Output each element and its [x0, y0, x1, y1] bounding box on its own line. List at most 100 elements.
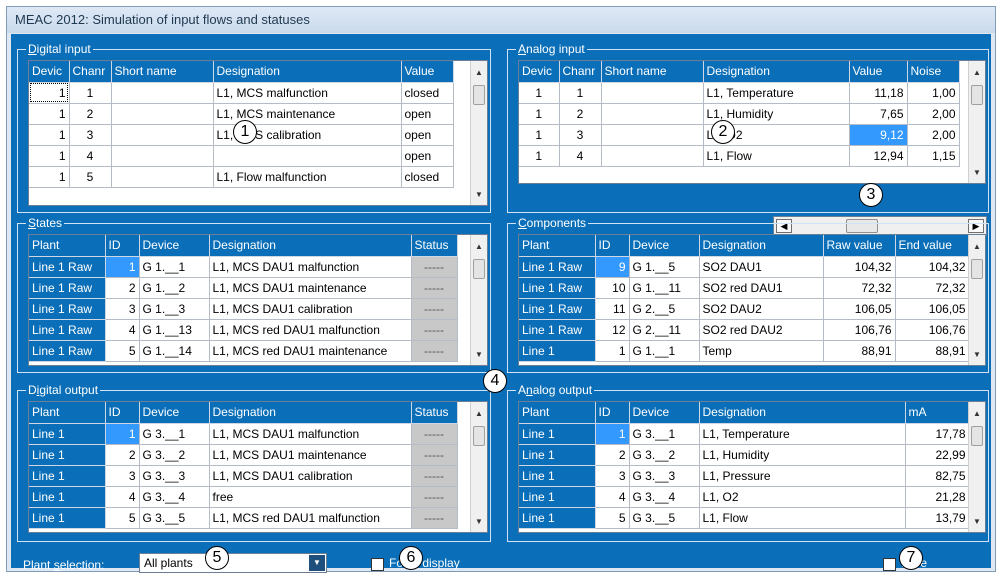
short-name-cell[interactable]	[111, 124, 214, 146]
analog-input-grid[interactable]: Devic Chanr Short name Designation Value…	[518, 60, 986, 184]
device-cell[interactable]: 1	[519, 82, 560, 104]
plant-cell[interactable]: Line 1 Raw	[519, 319, 596, 341]
table-row[interactable]: Line 1 Raw 2 G 1.__2 L1, MCS DAU1 maintenan…	[29, 277, 458, 299]
vertical-scrollbar[interactable]: ▲ ▼	[968, 61, 985, 183]
table-row[interactable]: 1 4 L1, Flow 12,94 1,15	[519, 145, 960, 167]
column-header-device[interactable]: Devic	[519, 61, 560, 83]
designation-cell[interactable]: SO2 DAU2	[699, 298, 824, 320]
designation-cell[interactable]: L1, Flow	[699, 507, 906, 529]
id-cell[interactable]: 5	[105, 507, 140, 529]
scroll-down-arrow-icon[interactable]: ▼	[471, 187, 487, 203]
column-header-value[interactable]: Value	[849, 61, 908, 83]
id-cell[interactable]: 9	[595, 256, 630, 278]
device-cell[interactable]: 1	[29, 124, 70, 146]
scroll-up-arrow-icon[interactable]: ▲	[969, 406, 985, 422]
table-row[interactable]: Line 1 Raw 9 G 1.__5 SO2 DAU1 104,32 104,32	[519, 256, 970, 278]
device-cell[interactable]: G 1.__1	[139, 256, 210, 278]
column-header-channel[interactable]: Chanr	[69, 61, 112, 83]
id-cell[interactable]: 3	[105, 465, 140, 487]
column-header-device[interactable]: Device	[629, 402, 700, 424]
device-cell[interactable]: G 1.__5	[629, 256, 700, 278]
table-row[interactable]: Line 1 Raw 11 G 2.__5 SO2 DAU2 106,05 106,05	[519, 298, 970, 320]
column-header-designation[interactable]: Designation	[703, 61, 850, 83]
end-value-cell[interactable]: 106,05	[895, 298, 970, 320]
end-value-cell[interactable]: 106,76	[895, 319, 970, 341]
column-header-designation[interactable]: Designation	[699, 402, 906, 424]
column-header-noise[interactable]: Noise	[907, 61, 960, 83]
device-cell[interactable]: 1	[29, 145, 70, 167]
scroll-up-arrow-icon[interactable]: ▲	[471, 65, 487, 81]
table-row[interactable]: Line 1 Raw 4 G 1.__13 L1, MCS red DAU1 malf…	[29, 319, 458, 341]
plant-cell[interactable]: Line 1	[29, 486, 106, 508]
designation-cell[interactable]: free	[209, 486, 412, 508]
value-cell[interactable]: closed	[401, 166, 454, 188]
id-cell[interactable]: 1	[105, 256, 140, 278]
channel-cell[interactable]: 5	[69, 166, 112, 188]
ma-cell[interactable]: 13,79	[905, 507, 970, 529]
device-cell[interactable]: G 3.__2	[139, 444, 210, 466]
ma-cell[interactable]: 17,78	[905, 423, 970, 445]
forces-display-checkbox[interactable]	[371, 558, 384, 571]
designation-cell[interactable]: L1, MCS DAU1 maintenance	[209, 277, 412, 299]
column-header-designation[interactable]: Designation	[699, 235, 824, 257]
digital-output-grid[interactable]: Plant ID Device Designation Status Line …	[28, 401, 488, 533]
plant-cell[interactable]: Line 1 Raw	[29, 340, 106, 362]
id-cell[interactable]: 5	[105, 340, 140, 362]
table-row[interactable]: Line 15G 3.__5 L1, Flow 13,79	[519, 507, 970, 529]
vertical-scrollbar[interactable]: ▲ ▼	[470, 402, 487, 532]
channel-cell[interactable]: 2	[559, 103, 602, 125]
table-row[interactable]: Line 13G 3.__3 L1, Pressure 82,75	[519, 465, 970, 487]
scroll-thumb[interactable]	[473, 259, 485, 279]
device-cell[interactable]: G 2.__5	[629, 298, 700, 320]
channel-cell[interactable]: 1	[69, 82, 112, 104]
device-cell[interactable]: G 3.__5	[139, 507, 210, 529]
designation-cell[interactable]: L1, MCS red DAU1 malfunction	[209, 507, 412, 529]
value-cell[interactable]: 9,12	[849, 124, 908, 146]
designation-cell[interactable]: L1, MCS red DAU1 malfunction	[209, 319, 412, 341]
table-row[interactable]: 1 4 open	[29, 145, 454, 167]
column-header-channel[interactable]: Chanr	[559, 61, 602, 83]
short-name-cell[interactable]	[111, 103, 214, 125]
id-cell[interactable]: 1	[595, 340, 630, 362]
plant-cell[interactable]: Line 1 Raw	[29, 256, 106, 278]
column-header-id[interactable]: ID	[105, 235, 140, 257]
designation-cell[interactable]: Temp	[699, 340, 824, 362]
id-cell[interactable]: 3	[105, 298, 140, 320]
states-grid[interactable]: Plant ID Device Designation Status Line …	[28, 234, 488, 366]
status-cell[interactable]: -----	[411, 486, 458, 508]
device-cell[interactable]: G 3.__4	[629, 486, 700, 508]
id-cell[interactable]: 3	[595, 465, 630, 487]
plant-cell[interactable]: Line 1	[519, 340, 596, 362]
table-row[interactable]: Line 11G 3.__1 L1, MCS DAU1 malfunction --…	[29, 423, 458, 445]
column-header-end-value[interactable]: End value	[895, 235, 970, 257]
designation-cell[interactable]	[213, 145, 402, 167]
id-cell[interactable]: 12	[595, 319, 630, 341]
device-cell[interactable]: G 1.__13	[139, 319, 210, 341]
plant-cell[interactable]: Line 1 Raw	[519, 277, 596, 299]
column-header-device[interactable]: Devic	[29, 61, 70, 83]
plant-cell[interactable]: Line 1 Raw	[29, 319, 106, 341]
device-cell[interactable]: 1	[29, 82, 70, 104]
designation-cell[interactable]: L1, MCS DAU1 calibration	[209, 465, 412, 487]
scroll-up-arrow-icon[interactable]: ▲	[471, 406, 487, 422]
device-cell[interactable]: G 3.__1	[629, 423, 700, 445]
plant-cell[interactable]: Line 1	[519, 486, 596, 508]
device-cell[interactable]: G 1.__3	[139, 298, 210, 320]
table-row[interactable]: Line 1 Raw 5 G 1.__14 L1, MCS red DAU1 main…	[29, 340, 458, 362]
status-cell[interactable]: -----	[411, 465, 458, 487]
raw-value-cell[interactable]: 72,32	[823, 277, 896, 299]
column-header-plant[interactable]: Plant	[519, 402, 596, 424]
status-cell[interactable]: -----	[411, 507, 458, 529]
status-cell[interactable]: -----	[411, 444, 458, 466]
ma-cell[interactable]: 82,75	[905, 465, 970, 487]
vertical-scrollbar[interactable]: ▲ ▼	[968, 402, 985, 532]
status-cell[interactable]: -----	[411, 277, 458, 299]
scroll-down-arrow-icon[interactable]: ▼	[471, 514, 487, 530]
value-cell[interactable]: 11,18	[849, 82, 908, 104]
column-header-short-name[interactable]: Short name	[601, 61, 704, 83]
designation-cell[interactable]: L1, MCS DAU1 malfunction	[209, 423, 412, 445]
scroll-thumb[interactable]	[473, 426, 485, 446]
plant-cell[interactable]: Line 1 Raw	[29, 298, 106, 320]
column-header-device[interactable]: Device	[139, 235, 210, 257]
table-row[interactable]: Line 1 Raw 10 G 1.__11 SO2 red DAU1 72,32 72,…	[519, 277, 970, 299]
